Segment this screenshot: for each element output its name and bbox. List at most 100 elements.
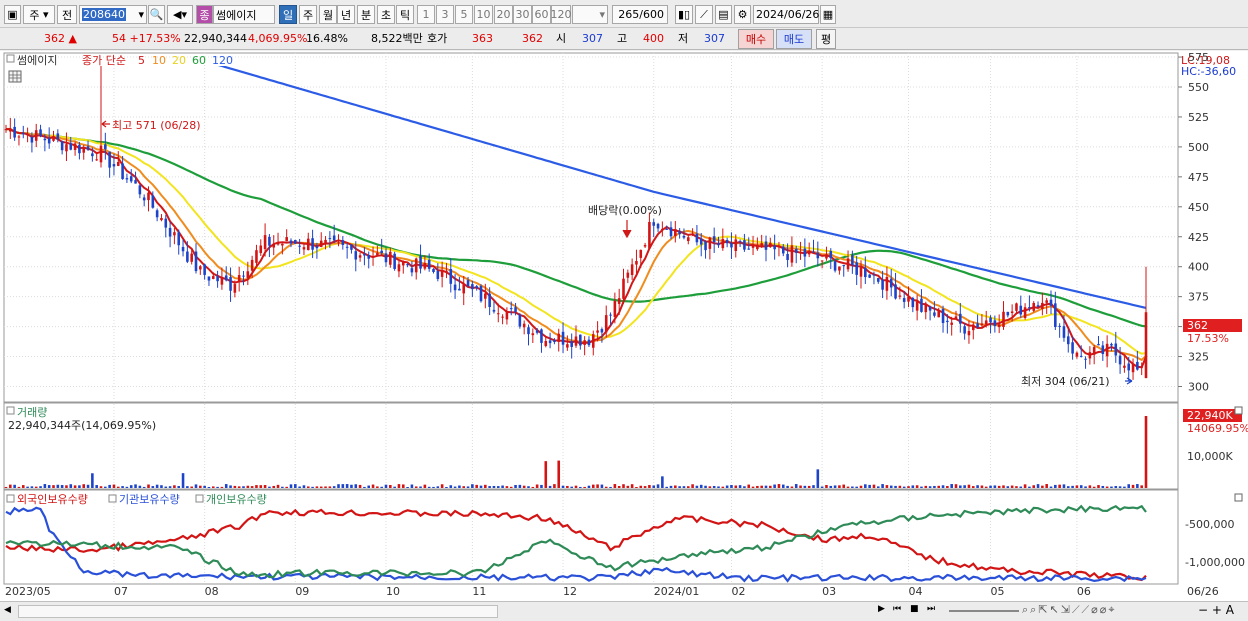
interval-1[interactable]: 1 [417,5,435,24]
candle-body [371,256,375,258]
candle-body [112,164,116,167]
volume-ytick: 10,000K [1187,450,1233,463]
scroll-left-icon[interactable]: ◀ [4,605,14,618]
candle-body [993,320,997,327]
chart-toolbar: ▣ 주 ▾ 전 208640 ▾ 🔍 ◀▾ 종 썸에이지 일 주 월 년 분 초 … [0,0,1248,28]
custom-interval-select[interactable]: ▾ [572,5,608,24]
volume-bar [553,484,556,488]
date-label: 02 [731,585,745,598]
candle-body [276,242,280,245]
candle-body [376,252,379,256]
gear-icon[interactable]: ⚙ [734,5,751,24]
scroll-thumb[interactable] [18,605,498,618]
interval-10[interactable]: 10 [474,5,493,24]
save-icon[interactable]: ▤ [715,5,732,24]
volume-bar [522,485,526,488]
holding-toggle-icon[interactable] [6,494,15,503]
period-month[interactable]: 월 [319,5,337,24]
zoom-slider[interactable] [949,610,1019,612]
candle-body [600,329,604,333]
speaker-icon[interactable]: ◀▾ [167,5,193,24]
holding-toggle-icon-3[interactable] [195,494,204,503]
chart-scrollbar[interactable]: ◀ ▶ ⏮ ■ ⏭ ⌕⌕⇱↖⇲⟋⟋⌀⌀⌖ − + A [0,601,1248,621]
candle-body [358,255,362,258]
stock-name-field[interactable]: 썸에이지 [213,5,275,24]
volume-bar [432,486,435,488]
volume-bar [345,484,349,488]
volume-bar [47,485,51,488]
period-minute[interactable]: 분 [357,5,375,24]
candle-body [65,144,68,152]
volume-bar [160,485,163,488]
interval-120[interactable]: 120 [551,5,572,24]
period-main-select[interactable]: 주 ▾ [23,5,55,24]
volume-bar [984,486,988,488]
count-field[interactable]: 265/600 [612,5,668,24]
period-second[interactable]: 초 [377,5,395,24]
data-table-icon[interactable] [8,70,22,83]
window-icon[interactable]: ▣ [4,5,21,24]
chart-area[interactable]: 썸에이지 종가 단순 5 10 20 60 120 LC:19,08 HC:-3… [0,21,1248,601]
volume-bar [1066,486,1070,488]
period-day[interactable]: 일 [279,5,297,24]
stock-code-input[interactable]: 208640 ▾ [79,5,147,24]
candle-body [540,329,543,343]
scroll-right-icon[interactable]: ▶ [878,604,890,618]
interval-3[interactable]: 3 [436,5,454,24]
interval-60[interactable]: 60 [532,5,551,24]
search-icon[interactable]: 🔍 [148,5,165,24]
candle-body [259,245,263,254]
zoom-controls[interactable]: − + A [1198,603,1246,619]
candle-body [91,153,94,157]
volume-value: 22,940,344 [184,32,247,45]
holding-toggle-icon-2[interactable] [108,494,117,503]
buy-button[interactable]: 매수 [738,29,774,49]
candle-body [229,277,232,291]
volume-bar [86,484,90,488]
sell-button[interactable]: 매도 [776,29,812,49]
volume-panel-close-icon[interactable] [1234,406,1243,415]
volume-bar [898,485,902,488]
period-year[interactable]: 년 [337,5,355,24]
period-week[interactable]: 주 [299,5,317,24]
volume-bar [518,484,522,488]
drawing-tools[interactable]: ⌕⌕⇱↖⇲⟋⟋⌀⌀⌖ [1022,603,1222,619]
panel-toggle-icon[interactable] [6,54,15,63]
candle-body [116,162,120,166]
candle-icon[interactable]: ▮▯ [675,5,693,24]
interval-20[interactable]: 20 [494,5,513,24]
interval-30[interactable]: 30 [513,5,532,24]
candle-body [13,126,16,138]
period-type-button[interactable]: 전 [57,5,77,24]
forward-icon[interactable]: ⏭ [927,604,941,618]
volume-bar [43,484,47,488]
volume-bar [26,486,29,488]
candle-body [855,262,858,275]
interval-5[interactable]: 5 [455,5,473,24]
line-chart-icon[interactable]: ⟋ [695,5,713,24]
candle-body [881,279,884,290]
candle-body [104,144,107,150]
stop-icon[interactable]: ■ [910,604,924,618]
volume-bar [734,485,738,488]
volume-bar [531,486,535,488]
calendar-icon[interactable]: ▦ [820,5,836,24]
candle-body [199,266,202,270]
stock-chart[interactable]: 썸에이지 종가 단순 5 10 20 60 120 LC:19,08 HC:-3… [0,21,1248,601]
date-field[interactable]: 2024/06/26 [753,5,819,24]
volume-bar [4,486,8,488]
period-tick[interactable]: 틱 [396,5,414,24]
candle-body [635,261,638,265]
evaluate-button[interactable]: 평 [816,29,836,49]
volume-bar [155,484,159,488]
candle-body [591,334,595,348]
volume-bar [786,485,789,488]
holding-panel-close-icon[interactable] [1234,493,1243,502]
volume-bar [954,484,958,488]
rewind-icon[interactable]: ⏮ [893,604,907,618]
volume-toggle-icon[interactable] [6,406,15,415]
individual-holding-legend: 개인보유수량 [206,493,267,506]
volume-bar [1006,486,1010,488]
volume-bar [233,485,237,488]
volume-bar [440,484,444,488]
